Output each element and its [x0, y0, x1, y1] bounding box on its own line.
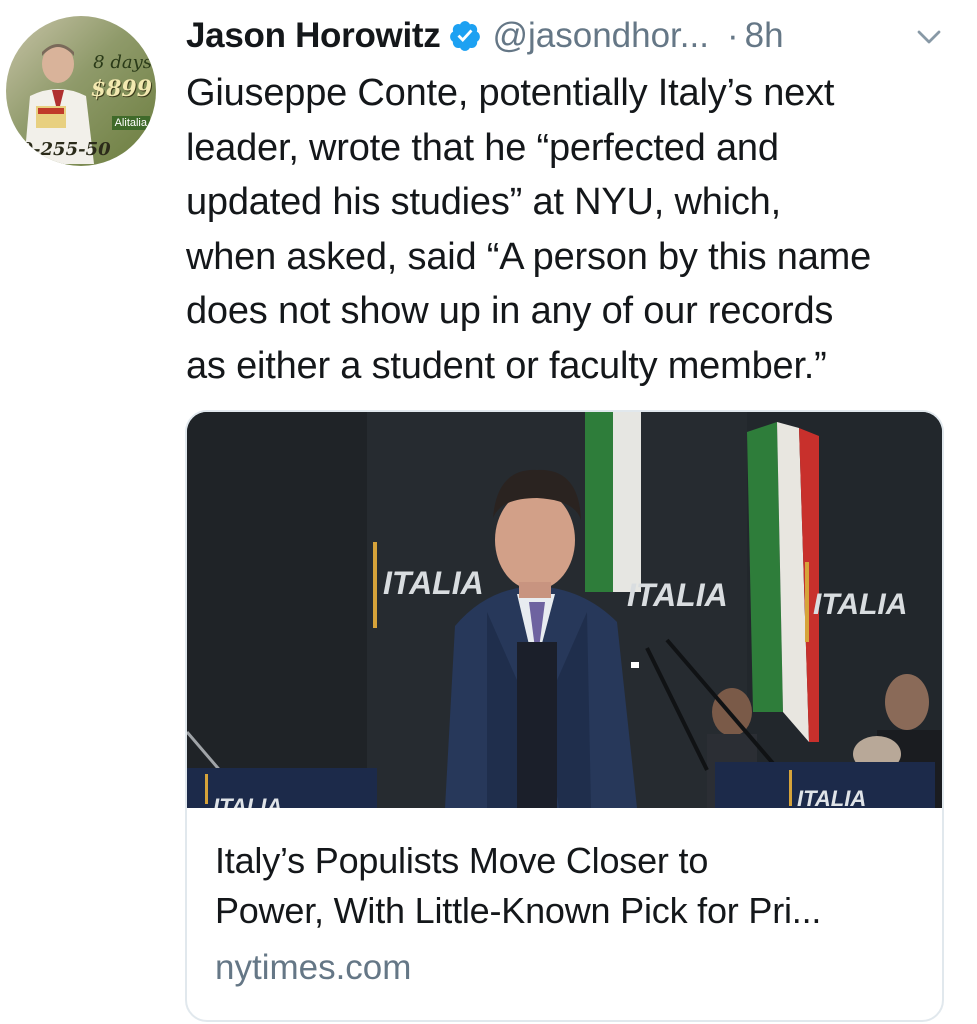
sign-text: ITALIA: [797, 786, 866, 808]
card-body[interactable]: Italy’s Populists Move Closer to Power, …: [215, 836, 925, 990]
link-preview-card[interactable]: ITALIA ITALIA ITALIA ITALIA ITALIA Italy…: [185, 410, 944, 1022]
tweet-text-line: does not show up in any of our records: [186, 290, 834, 332]
card-image[interactable]: ITALIA ITALIA ITALIA ITALIA ITALIA: [187, 412, 942, 808]
tweet-text: Giuseppe Conte, potentially Italy’s next…: [186, 66, 966, 393]
tweet-timestamp[interactable]: 8h: [745, 16, 784, 56]
card-title-line: Power, With Little-Known Pick for Pri...: [215, 890, 822, 931]
tweet[interactable]: 8 days $899 Alitalia 00-255-50 Jason Hor…: [0, 0, 977, 1024]
tweet-text-line: leader, wrote that he “perfected and: [186, 126, 779, 169]
avatar-days-text: 8 days: [93, 52, 152, 73]
author-handle[interactable]: @jasondhor...: [492, 16, 709, 56]
avatar-price-text: $899: [90, 76, 152, 102]
verified-badge-icon: [450, 21, 481, 51]
tweet-text-line: when asked, said “A person by this name: [186, 235, 872, 278]
flag-left: [585, 412, 641, 592]
tweet-header: Jason Horowitz @jasondhor... · 8h: [186, 8, 966, 64]
sign-text: ITALIA: [213, 794, 282, 808]
avatar-phone-text: 00-255-50: [8, 139, 111, 160]
card-title-line: Italy’s Populists Move Closer to: [215, 840, 709, 881]
tweet-text-line: Giuseppe Conte, potentially Italy’s next: [186, 72, 835, 114]
sign-text: ITALIA: [813, 588, 907, 621]
avatar[interactable]: 8 days $899 Alitalia 00-255-50: [6, 16, 156, 166]
tweet-text-line: as either a student or faculty member.”: [186, 344, 827, 387]
separator-dot: ·: [726, 16, 739, 55]
card-title[interactable]: Italy’s Populists Move Closer to Power, …: [215, 836, 925, 936]
tweet-text-line: updated his studies” at NYU, which,: [186, 181, 781, 223]
avatar-airline-text: Alitalia: [111, 116, 150, 130]
sign-text: ITALIA: [383, 565, 484, 601]
sign-text: ITALIA: [627, 577, 728, 613]
card-domain[interactable]: nytimes.com: [215, 946, 925, 990]
chevron-down-icon[interactable]: [914, 22, 944, 52]
card-photo: ITALIA ITALIA ITALIA ITALIA ITALIA: [187, 412, 942, 808]
author-name[interactable]: Jason Horowitz: [186, 16, 441, 56]
